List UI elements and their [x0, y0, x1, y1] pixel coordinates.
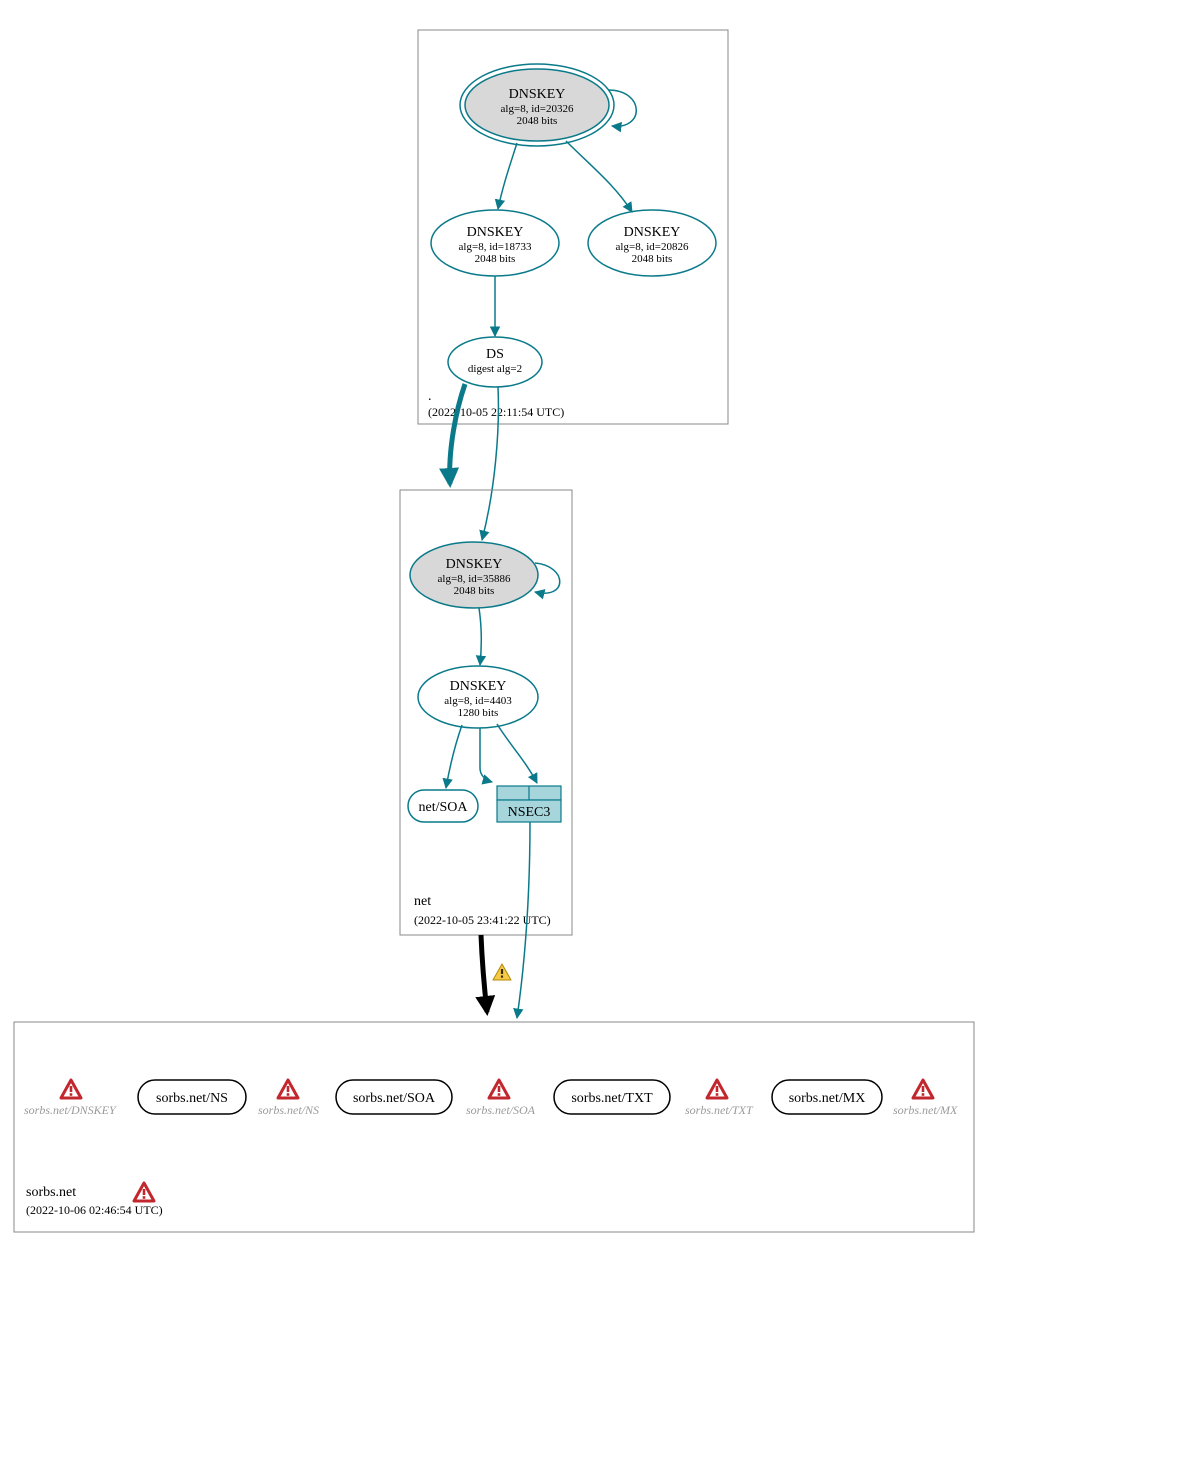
svg-text:sorbs.net/NS: sorbs.net/NS [258, 1103, 319, 1117]
svg-text:NSEC3: NSEC3 [508, 805, 551, 820]
svg-text:2048 bits: 2048 bits [632, 253, 673, 265]
node-root-zsk2: DNSKEY alg=8, id=20826 2048 bits [588, 210, 716, 276]
root-ksk-bits: 2048 bits [517, 115, 558, 127]
svg-text:digest alg=2: digest alg=2 [468, 363, 522, 375]
root-ksk-alg: alg=8, id=20326 [501, 103, 574, 115]
zone-sorbs: sorbs.net/DNSKEY sorbs.net/NS sorbs.net/… [14, 1022, 974, 1232]
edge-net-to-sorbs-deleg [481, 935, 487, 1012]
svg-text:sorbs.net/MX: sorbs.net/MX [789, 1091, 866, 1106]
svg-text:2048 bits: 2048 bits [454, 585, 495, 597]
warn-sorbs-soa: sorbs.net/SOA [466, 1080, 536, 1117]
svg-text:DS: DS [486, 347, 504, 362]
dnssec-diagram: DNSKEY alg=8, id=20326 2048 bits DNSKEY … [0, 0, 1195, 1477]
edge-net-ksk-self [535, 563, 560, 593]
svg-text:sorbs.net/SOA: sorbs.net/SOA [466, 1103, 536, 1117]
node-net-ksk: DNSKEY alg=8, id=35886 2048 bits [410, 542, 538, 608]
svg-text:1280 bits: 1280 bits [458, 707, 499, 719]
record-sorbs-soa: sorbs.net/SOA [336, 1080, 452, 1114]
svg-text:sorbs.net/NS: sorbs.net/NS [156, 1091, 228, 1106]
warning-icon [489, 1080, 509, 1098]
warning-icon [913, 1080, 933, 1098]
warn-sorbs-dnskey: sorbs.net/DNSKEY [24, 1080, 117, 1117]
root-ksk-title: DNSKEY [509, 87, 566, 102]
svg-text:DNSKEY: DNSKEY [446, 557, 503, 572]
svg-text:sorbs.net/TXT: sorbs.net/TXT [571, 1091, 653, 1106]
edge-root-ksk-zsk2 [566, 141, 632, 212]
record-sorbs-ns: sorbs.net/NS [138, 1080, 246, 1114]
svg-text:alg=8, id=4403: alg=8, id=4403 [444, 695, 512, 707]
svg-text:sorbs.net/MX: sorbs.net/MX [893, 1103, 958, 1117]
zone-net-time: (2022-10-05 23:41:22 UTC) [414, 913, 551, 927]
svg-text:alg=8, id=18733: alg=8, id=18733 [459, 241, 532, 253]
node-net-nsec3: NSEC3 [497, 786, 561, 822]
zone-sorbs-time: (2022-10-06 02:46:54 UTC) [26, 1203, 163, 1217]
svg-text:alg=8, id=35886: alg=8, id=35886 [438, 573, 511, 585]
edge-root-to-net-deleg [450, 384, 465, 484]
zone-root-time: (2022-10-05 22:11:54 UTC) [428, 405, 564, 419]
record-sorbs-txt: sorbs.net/TXT [554, 1080, 670, 1114]
edge-net-zsk-nsec3a [480, 728, 492, 782]
zone-root: DNSKEY alg=8, id=20326 2048 bits DNSKEY … [418, 30, 728, 424]
edge-root-ksk-zsk1 [498, 143, 517, 209]
zone-root-label: . [428, 389, 432, 404]
node-net-zsk: DNSKEY alg=8, id=4403 1280 bits [418, 666, 538, 728]
edge-net-ksk-zsk [479, 608, 481, 665]
node-root-ds: DS digest alg=2 [448, 337, 542, 387]
zone-net: DNSKEY alg=8, id=35886 2048 bits DNSKEY … [400, 490, 572, 935]
warn-sorbs-txt: sorbs.net/TXT [685, 1080, 754, 1117]
edge-net-zsk-soa [446, 725, 462, 788]
warn-sorbs-mx: sorbs.net/MX [893, 1080, 958, 1117]
svg-text:DNSKEY: DNSKEY [467, 225, 524, 240]
zone-sorbs-warning-icon [134, 1183, 154, 1201]
svg-text:sorbs.net/TXT: sorbs.net/TXT [685, 1103, 754, 1117]
svg-text:2048 bits: 2048 bits [475, 253, 516, 265]
edge-net-zsk-nsec3b [497, 724, 537, 783]
svg-text:sorbs.net/DNSKEY: sorbs.net/DNSKEY [24, 1103, 117, 1117]
svg-text:DNSKEY: DNSKEY [450, 679, 507, 694]
warn-sorbs-ns: sorbs.net/NS [258, 1080, 319, 1117]
svg-text:sorbs.net/SOA: sorbs.net/SOA [353, 1091, 436, 1106]
record-sorbs-mx: sorbs.net/MX [772, 1080, 882, 1114]
node-net-soa: net/SOA [408, 790, 478, 822]
node-root-ksk: DNSKEY alg=8, id=20326 2048 bits [460, 64, 614, 146]
svg-text:net/SOA: net/SOA [419, 800, 469, 815]
zone-sorbs-label: sorbs.net [26, 1185, 76, 1200]
svg-text:DNSKEY: DNSKEY [624, 225, 681, 240]
warning-icon [61, 1080, 81, 1098]
svg-text:alg=8, id=20826: alg=8, id=20826 [616, 241, 689, 253]
warning-icon [707, 1080, 727, 1098]
warning-icon-yellow [493, 964, 511, 980]
warning-icon [278, 1080, 298, 1098]
node-root-zsk1: DNSKEY alg=8, id=18733 2048 bits [431, 210, 559, 276]
zone-net-label: net [414, 894, 431, 909]
